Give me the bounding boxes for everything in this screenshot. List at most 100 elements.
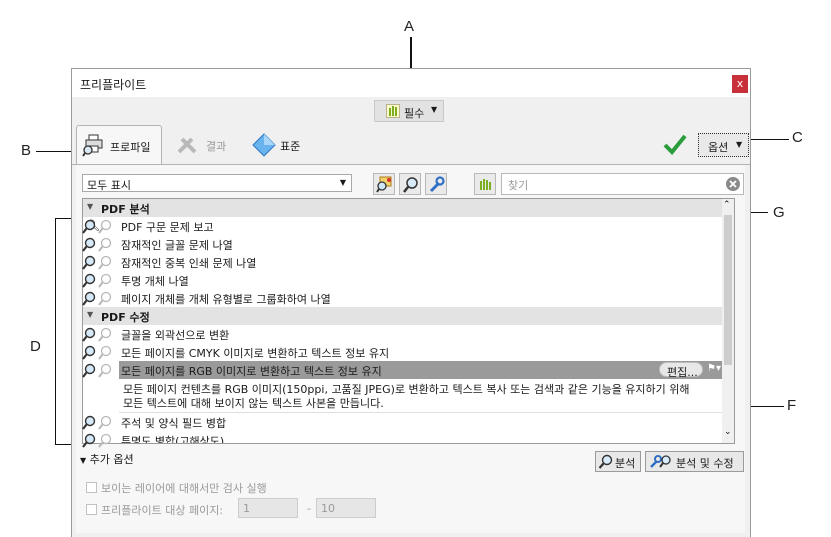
group-pdf-analysis[interactable]: ▼ PDF 분석 [83,199,725,217]
list-item-label: 투명 개체 나열 [121,275,189,288]
list-item-label: 모든 페이지를 RGB 이미지로 변환하고 텍스트 정보 유지 [121,365,382,378]
tab-profiles[interactable]: 프로파일 [76,125,162,165]
visible-layers-label: 보이는 레이어에 대해서만 검사 실행 [101,482,267,495]
list-scrollbar[interactable]: ⌃ ⌄ [722,199,734,443]
search-placeholder: 찾기 [508,179,529,192]
row-magnifier-icon [82,291,112,306]
callout-a: A [404,18,415,35]
expand-triangle-icon: ▼ [87,202,94,211]
list-item-label: 모든 페이지를 CMYK 이미지로 변환하고 텍스트 정보 유지 [121,347,390,360]
list-item[interactable]: 모든 페이지를 CMYK 이미지로 변환하고 텍스트 정보 유지 [83,343,725,361]
item-description: 모든 페이지 컨텐츠를 RGB 이미지(150ppi, 고품질 JPEG)로 변… [119,379,725,413]
tab-profiles-label: 프로파일 [110,141,151,154]
tab-results[interactable]: 결과 [168,125,238,165]
visible-layers-checkbox[interactable] [86,482,97,493]
analyze-fix-button[interactable]: 분석 및 수정 [645,451,744,472]
callout-f: F [787,397,797,414]
analyze-button[interactable]: 분석 [595,451,641,472]
wrench-button[interactable] [425,173,447,195]
edit-button[interactable]: 편집... [659,362,703,379]
page-range-separator: - [307,502,311,515]
callout-b: B [21,142,32,159]
group-pdf-fixups[interactable]: ▼ PDF 수정 [83,307,725,325]
clear-search-icon[interactable] [726,177,740,191]
profile-list[interactable]: ▼ PDF 분석 🔍︎ PDF 구문 문제 보고 잠재적인 글꼴 문제 나열 잠… [82,198,735,444]
page-range-checkbox[interactable] [86,504,97,515]
list-item-selected[interactable]: 모든 페이지를 RGB 이미지로 변환하고 텍스트 정보 유지 편집... ⚑▾ [83,361,725,379]
wrench-icon [429,176,445,193]
row-magnifier-icon [82,327,112,342]
list-item[interactable]: 투명 개체 나열 [83,271,725,289]
preflight-window: 프리플라이트 x 필수 ▼ 프로파일 결과 표준 옵션 ▼ 모두 표시 ▼ 찾기… [71,68,751,537]
list-item[interactable]: 주석 및 양식 필드 병합 [83,413,725,431]
more-options-toggle[interactable]: ▼ 추가 옵션 [80,451,134,467]
list-item[interactable]: 잠재적인 중복 인쇄 문제 나열 [83,253,725,271]
page-range-label: 프리플라이트 대상 페이지: [101,504,224,517]
window-title: 프리플라이트 [80,78,147,92]
chevron-down-icon: ▼ [736,140,743,149]
tab-bar: 프로파일 결과 표준 [72,125,750,165]
mode-label: 필수 [404,107,425,120]
list-item-label: 주석 및 양식 필드 병합 [121,417,227,430]
page-from-field[interactable]: 1 [238,498,298,518]
chevron-down-icon[interactable]: ⌄ [724,427,732,437]
options-label: 옵션 [708,141,729,154]
tab-standards[interactable]: 표준 [246,125,316,165]
close-button[interactable]: x [732,75,748,93]
scrollbar-thumb[interactable] [724,215,732,365]
bars-icon [386,104,400,118]
analyze-label: 분석 [615,457,636,470]
list-item-label: 글꼴을 외곽선으로 변환 [121,329,230,342]
edit-label: 편집... [667,366,698,379]
chevron-down-icon: ▼ [431,105,438,114]
bars-filter-button[interactable] [474,173,496,195]
find-profile-icon [376,176,392,193]
chevron-down-icon: ▼ [80,456,87,465]
row-magnifier-icon [82,363,112,378]
callout-d: D [30,338,41,355]
list-item[interactable]: 투명도 병합(고해상도) [83,431,725,443]
wrench-magnifier-icon [649,454,673,472]
description-line-2: 모든 텍스트에 대해 보이지 않는 텍스트 사본을 만듭니다. [123,397,384,410]
list-item[interactable]: 🔍︎ PDF 구문 문제 보고 [83,217,725,235]
bars-icon [478,177,492,191]
list-item[interactable]: 글꼴을 외곽선으로 변환 [83,325,725,343]
magnifier-button[interactable] [399,173,421,195]
list-item-label: 페이지 개체를 개체 유형별로 그룹화하여 나열 [121,293,331,306]
mode-dropdown-button[interactable]: 필수 ▼ [374,100,444,122]
page-to-field[interactable]: 10 [316,498,376,518]
more-options-label: 추가 옵션 [89,453,134,466]
callout-d-bracket-v [55,218,56,444]
diamond-icon [252,133,276,157]
list-item-label: 잠재적인 중복 인쇄 문제 나열 [121,257,257,270]
callout-g: G [773,204,785,221]
analyze-fix-label: 분석 및 수정 [676,457,734,470]
list-item[interactable]: 잠재적인 글꼴 문제 나열 [83,235,725,253]
chevron-down-icon: ▼ [339,178,346,187]
magnifier-icon [598,454,613,472]
title-bar: 프리플라이트 x [72,69,750,97]
flag-icon[interactable]: ⚑▾ [707,363,721,374]
filter-select[interactable]: 모두 표시 ▼ [82,174,352,192]
profiles-panel: 모두 표시 ▼ 찾기 ▼ PDF 분석 PDF 구문 문제 보고 잠재적인 글꼴… [76,165,745,533]
callout-c: C [792,129,803,146]
row-magnifier-icon [82,219,112,234]
magnifier-icon [403,177,418,193]
tab-standards-label: 표준 [280,140,301,153]
list-item[interactable]: 페이지 개체를 개체 유형별로 그룹화하여 나열 [83,289,725,307]
list-item-label: PDF 구문 문제 보고 [121,221,214,234]
row-magnifier-icon [82,345,112,360]
row-magnifier-icon [82,433,112,448]
find-profile-button[interactable] [373,173,395,195]
row-magnifier-icon [82,255,112,270]
description-line-1: 모든 페이지 컨텐츠를 RGB 이미지(150ppi, 고품질 JPEG)로 변… [123,383,690,396]
search-input[interactable]: 찾기 [501,173,744,195]
tab-results-label: 결과 [206,140,227,153]
options-button[interactable]: 옵션 ▼ [698,133,749,157]
row-magnifier-icon [82,237,112,252]
wrench-cross-icon [177,137,197,154]
filter-value: 모두 표시 [87,179,131,192]
row-magnifier-icon [82,273,112,288]
chevron-up-icon[interactable]: ⌃ [723,200,731,210]
printer-magnifier-icon [82,134,103,157]
